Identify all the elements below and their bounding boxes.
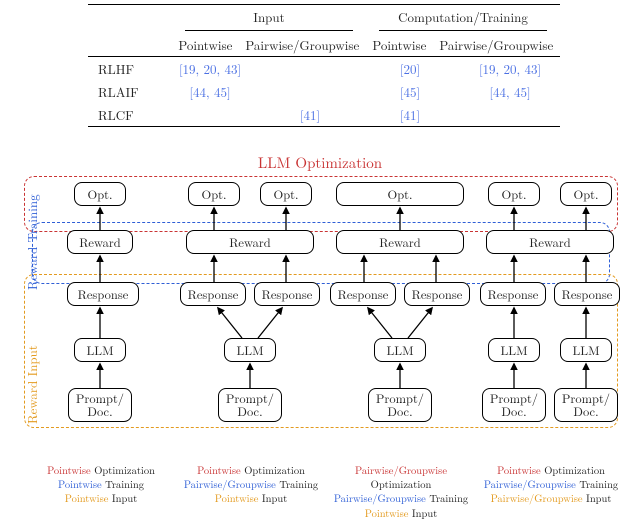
arrow-icon [30, 182, 170, 432]
citation-link[interactable]: [19, 20, 43] [479, 59, 541, 78]
citation-link[interactable]: [41] [300, 105, 320, 124]
arrow-icon [180, 182, 320, 432]
caption-word: Training [279, 477, 318, 492]
train-kind: Pointwise [58, 477, 102, 492]
opt-kind: Pairwise/Groupwise [355, 463, 447, 478]
caption-word: Input [262, 491, 287, 506]
row-label: RLHF [88, 57, 160, 80]
caption-word: Input [586, 491, 611, 506]
train-kind: Pairwise/Groupwise [334, 491, 426, 506]
input-kind: Pointwise [215, 491, 259, 506]
subhead-comp-pw: Pointwise [366, 33, 433, 56]
table-row-rlhf: RLHF [19, 20, 43] [20] [19, 20, 43] [88, 57, 560, 80]
caption-col-1: Pointwise Optimization Pointwise Trainin… [26, 464, 176, 507]
pipeline-column-4: Opt. Opt. Reward Response Response LLM L… [480, 182, 620, 462]
col-group-comp: Computation/Training [366, 5, 560, 28]
subhead-input-pw: Pointwise [172, 33, 239, 56]
row-label: RLAIF [88, 80, 160, 103]
opt-kind: Pointwise [497, 463, 541, 478]
citation-link[interactable]: [19, 20, 43] [179, 59, 241, 78]
pipeline-column-2: Opt. Opt. Reward Response Response LLM P… [180, 182, 320, 462]
pipeline-column-1: Opt. Reward Response LLM Prompt/ Doc. [30, 182, 170, 462]
arrow-icon [480, 182, 620, 432]
table-row-rlaif: RLAIF [44, 45] [45] [44, 45] [88, 80, 560, 103]
caption-word: Input [112, 491, 137, 506]
citation-table: Input Computation/Training Pointwise Pai… [88, 4, 560, 127]
opt-kind: Pointwise [197, 463, 241, 478]
caption-word: Optimization [244, 463, 305, 478]
train-kind: Pairwise/Groupwise [484, 477, 576, 492]
arrow-icon [330, 182, 470, 432]
caption-word: Input [412, 506, 437, 521]
diagram-title: LLM Optimization [20, 152, 620, 173]
opt-kind: Pointwise [47, 463, 91, 478]
table-row-rlcf: RLCF [41] [41] [88, 103, 560, 126]
caption-word: Optimization [371, 477, 432, 492]
input-kind: Pairwise/Groupwise [491, 491, 583, 506]
caption-word: Training [429, 491, 468, 506]
caption-col-3: Pairwise/Groupwise Optimization Pairwise… [326, 464, 476, 521]
subhead-input-pg: Pairwise/Groupwise [239, 33, 366, 56]
subhead-comp-pg: Pairwise/Groupwise [433, 33, 560, 56]
architecture-diagram: LLM Optimization Reward Training Reward … [20, 152, 620, 462]
pipeline-column-3: Opt. Reward Response Response LLM Prompt… [330, 182, 470, 462]
caption-word: Training [579, 477, 618, 492]
caption-word: Optimization [94, 463, 155, 478]
column-captions: Pointwise Optimization Pointwise Trainin… [20, 464, 620, 510]
caption-word: Training [105, 477, 144, 492]
citation-link[interactable]: [44, 45] [189, 82, 230, 101]
citation-link[interactable]: [44, 45] [489, 82, 530, 101]
citation-link[interactable]: [20] [400, 59, 420, 78]
input-kind: Pointwise [365, 506, 409, 521]
input-kind: Pointwise [65, 491, 109, 506]
citation-link[interactable]: [41] [400, 105, 420, 124]
caption-col-2: Pointwise Optimization Pairwise/Groupwis… [176, 464, 326, 507]
caption-word: Optimization [544, 463, 605, 478]
train-kind: Pairwise/Groupwise [184, 477, 276, 492]
citation-link[interactable]: [45] [400, 82, 420, 101]
col-group-input: Input [172, 5, 366, 28]
caption-col-4: Pointwise Optimization Pairwise/Groupwis… [476, 464, 626, 507]
row-label: RLCF [88, 103, 160, 126]
